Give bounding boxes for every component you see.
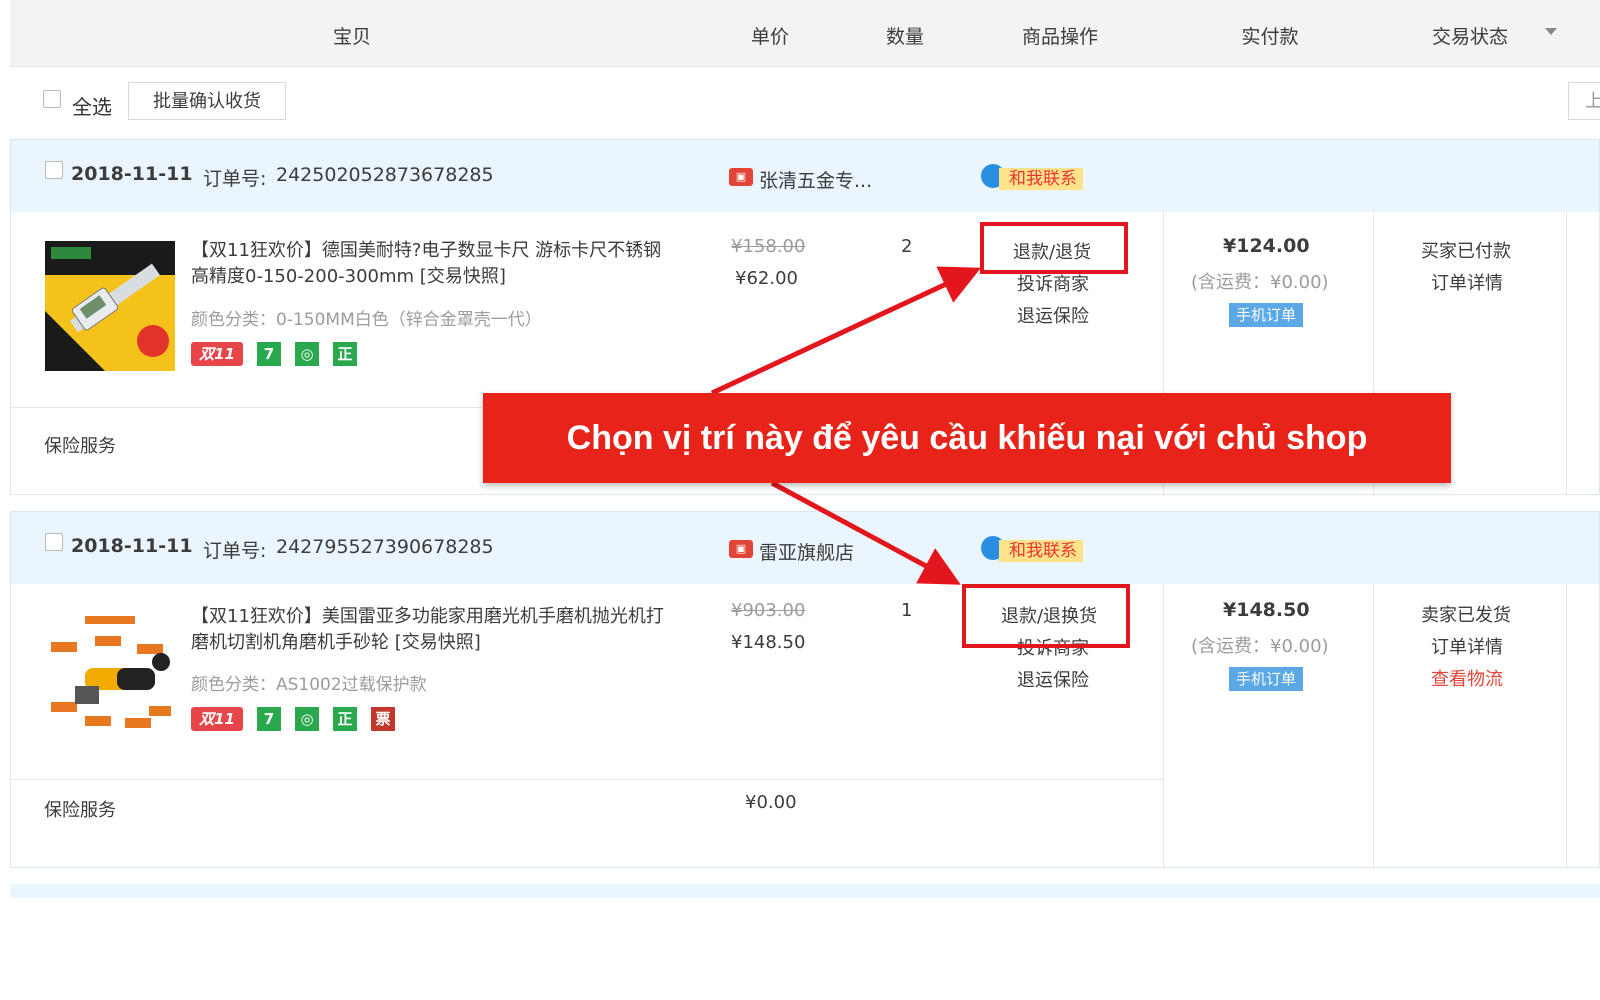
annotation-arrows — [710, 266, 982, 585]
annotation-banner: Chọn vị trí này để yêu cầu khiếu nại với… — [483, 393, 1451, 483]
arrow-up-icon — [710, 266, 982, 396]
arrow-down-icon — [770, 480, 961, 585]
